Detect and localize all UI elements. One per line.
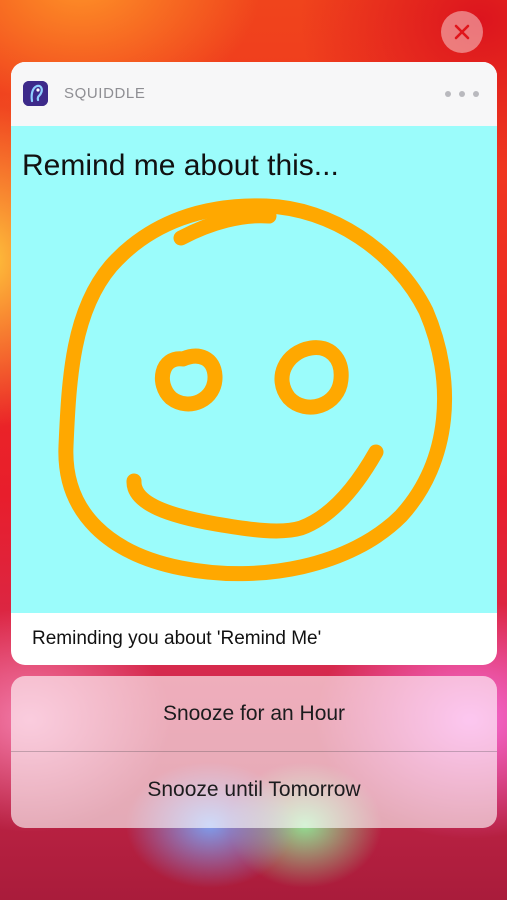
ellipsis-icon [445,91,451,97]
close-button[interactable] [441,11,483,53]
notification-actions: Snooze for an Hour Snooze until Tomorrow [11,676,497,828]
drawing-attachment [11,126,497,613]
mouth [126,444,384,539]
right-eye [274,340,349,415]
notification-body: Reminding you about 'Remind Me' [32,628,322,649]
snooze-hour-button[interactable]: Snooze for an Hour [11,676,497,752]
notification-card[interactable]: SQUIDDLE Remind me about this... Remindi… [11,62,497,665]
close-icon [454,24,470,40]
drawing-title: Remind me about this... [22,149,339,182]
smiley-face-drawing [58,198,452,582]
notification-screen: SQUIDDLE Remind me about this... Remindi… [0,0,507,900]
squiddle-app-icon [23,81,48,106]
ellipsis-icon [473,91,479,97]
snooze-tomorrow-button[interactable]: Snooze until Tomorrow [11,752,497,828]
more-options-button[interactable] [445,84,479,104]
left-eye [155,348,223,412]
app-name: SQUIDDLE [64,85,146,102]
ellipsis-icon [459,91,465,97]
notification-header: SQUIDDLE [11,62,497,126]
face-outline [58,198,452,582]
